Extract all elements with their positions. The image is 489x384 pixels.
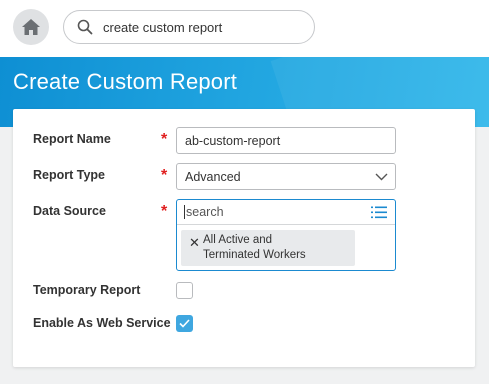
page-title: Create Custom Report: [13, 69, 238, 94]
search-icon: [77, 19, 93, 35]
text-cursor: [184, 205, 185, 219]
chip-label-line: Terminated Workers: [203, 249, 306, 261]
search-input[interactable]: create custom report: [103, 20, 222, 35]
chevron-down-icon: [375, 173, 388, 181]
required-marker: *: [161, 167, 168, 184]
selected-data-source-chip: ✕ All Active and Terminated Workers: [181, 230, 355, 266]
data-source-search-input[interactable]: search: [177, 200, 395, 225]
report-name-value: ab-custom-report: [185, 133, 281, 148]
data-source-placeholder: search: [186, 205, 224, 219]
data-source-prompt: search ✕ All Active and Terminated Worke…: [176, 199, 396, 271]
top-bar: create custom report: [0, 0, 489, 57]
enable-web-service-checkbox[interactable]: [176, 315, 193, 332]
required-marker: *: [161, 131, 168, 148]
report-name-field[interactable]: ab-custom-report: [176, 127, 396, 154]
chip-label: All Active and Terminated Workers: [203, 233, 353, 263]
check-icon: [179, 319, 190, 328]
report-type-select[interactable]: Advanced: [176, 163, 396, 190]
report-type-label: Report Type: [33, 168, 105, 182]
close-icon[interactable]: ✕: [189, 235, 200, 251]
home-icon: [22, 19, 40, 35]
list-icon[interactable]: [371, 206, 387, 219]
chip-label-line: All Active and: [203, 234, 273, 246]
report-type-value: Advanced: [185, 169, 241, 184]
home-button[interactable]: [13, 9, 49, 45]
search-bar[interactable]: create custom report: [63, 10, 315, 44]
data-source-label: Data Source: [33, 204, 106, 218]
enable-web-service-label: Enable As Web Service: [33, 316, 171, 330]
required-marker: *: [161, 203, 168, 220]
temporary-report-label: Temporary Report: [33, 283, 141, 297]
temporary-report-checkbox[interactable]: [176, 282, 193, 299]
report-name-label: Report Name: [33, 132, 111, 146]
form-card: Report Name * ab-custom-report Report Ty…: [13, 109, 475, 367]
